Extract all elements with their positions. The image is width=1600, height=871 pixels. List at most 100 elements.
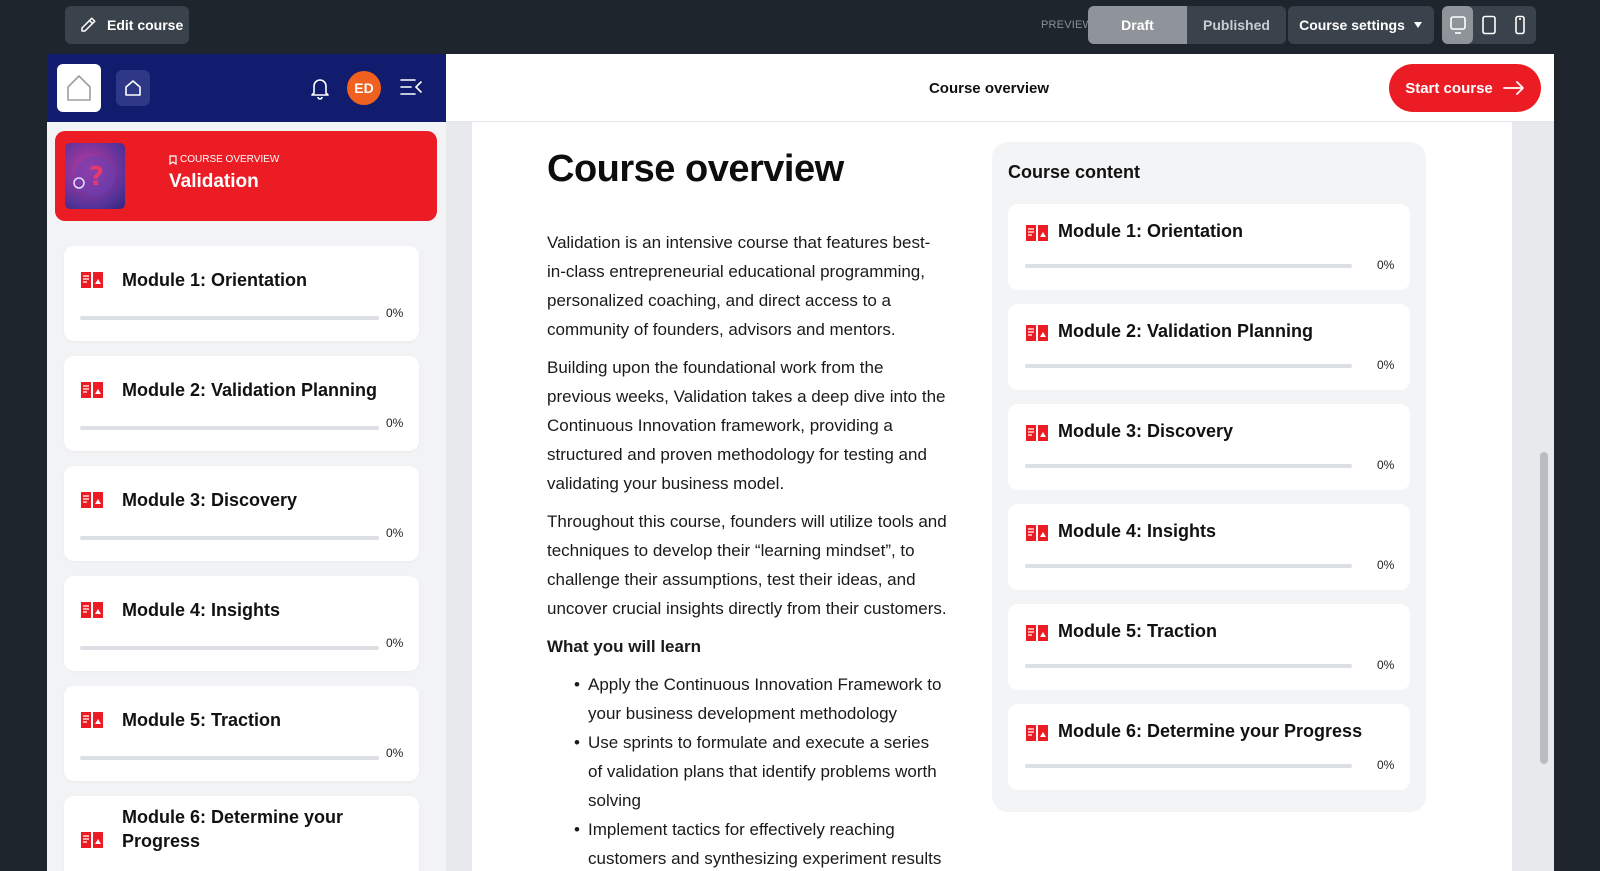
course-content-panel: Course content Module 1: Orientation 0% … — [992, 142, 1426, 812]
module-book-icon — [81, 492, 103, 508]
desktop-preview-button[interactable] — [1442, 6, 1473, 44]
module-book-icon — [81, 272, 103, 288]
page-title: Course overview — [928, 79, 1050, 97]
module-progress-label: 0% — [386, 306, 404, 320]
module-progress-label: 0% — [386, 416, 404, 430]
module-progress-bar — [1025, 364, 1352, 368]
learn-item: Use sprints to formulate and execute a s… — [574, 728, 947, 815]
learn-list: Apply the Continuous Innovation Framewor… — [547, 670, 947, 871]
course-home-button[interactable] — [116, 70, 150, 106]
bookmark-icon — [169, 154, 177, 165]
overview-heading: Course overview — [547, 148, 844, 190]
learn-item: Apply the Continuous Innovation Framewor… — [574, 670, 947, 728]
desktop-icon — [1449, 16, 1466, 34]
module-progress-bar — [80, 756, 379, 760]
module-book-icon — [1026, 625, 1048, 641]
module-progress-label: 0% — [1377, 558, 1395, 572]
content-module-item[interactable]: Module 4: Insights 0% — [1008, 504, 1410, 590]
edit-course-button[interactable]: Edit course — [65, 6, 189, 44]
content-module-item[interactable]: Module 6: Determine your Progress 0% — [1008, 704, 1410, 790]
home-icon — [67, 75, 91, 101]
published-toggle[interactable]: Published — [1187, 6, 1286, 44]
content-module-item[interactable]: Module 5: Traction 0% — [1008, 604, 1410, 690]
tablet-preview-button[interactable] — [1473, 6, 1504, 44]
content-module-item[interactable]: Module 2: Validation Planning 0% — [1008, 304, 1410, 390]
module-progress-label: 0% — [386, 746, 404, 760]
module-progress-label: 0% — [1377, 258, 1395, 272]
draft-toggle[interactable]: Draft — [1088, 6, 1187, 44]
course-overview-content: Course overview Validation is an intensi… — [472, 122, 1512, 871]
editor-toolbar: Edit course PREVIEW Draft Published Cour… — [0, 0, 1600, 54]
module-progress-bar — [80, 426, 379, 430]
preview-label: PREVIEW — [1041, 19, 1094, 31]
notifications-button[interactable] — [309, 76, 331, 105]
course-sidebar: ED ? COURSE OVERVIEW Validation Module 1… — [47, 54, 446, 871]
sidebar-module-item[interactable]: Module 3: Discovery 0% — [64, 466, 419, 561]
module-progress-label: 0% — [1377, 458, 1395, 472]
course-preview-frame: ED ? COURSE OVERVIEW Validation Module 1… — [47, 54, 1554, 871]
start-course-label: Start course — [1405, 79, 1493, 97]
module-progress-bar — [1025, 464, 1352, 468]
module-progress-label: 0% — [386, 636, 404, 650]
module-book-icon — [81, 382, 103, 398]
sidebar-module-item[interactable]: Module 6: Determine your Progress 0% — [64, 796, 419, 871]
collapse-menu-icon — [400, 79, 422, 95]
module-book-icon — [81, 712, 103, 728]
svg-text:?: ? — [89, 162, 104, 192]
description-paragraph: Validation is an intensive course that f… — [547, 233, 931, 339]
module-title: Module 3: Discovery — [122, 490, 298, 510]
module-book-icon — [1026, 425, 1048, 441]
sidebar-header: ED — [47, 54, 446, 122]
collapse-sidebar-button[interactable] — [399, 77, 423, 102]
site-home-button[interactable] — [57, 64, 101, 112]
content-module-item[interactable]: Module 3: Discovery 0% — [1008, 404, 1410, 490]
arrow-right-icon — [1502, 81, 1524, 95]
module-title: Module 5: Traction — [122, 710, 282, 730]
sidebar-module-list: ? COURSE OVERVIEW Validation Module 1: O… — [47, 122, 446, 871]
course-thumbnail: ? — [65, 143, 125, 209]
module-title: Module 1: Orientation — [122, 270, 308, 290]
user-avatar[interactable]: ED — [347, 71, 381, 105]
sidebar-module-item[interactable]: Module 1: Orientation 0% — [64, 246, 419, 341]
module-progress-label: 0% — [1377, 758, 1395, 772]
mobile-icon — [1514, 15, 1525, 35]
overview-eyebrow: COURSE OVERVIEW — [169, 154, 279, 165]
course-settings-button[interactable]: Course settings — [1288, 6, 1434, 44]
home-icon — [125, 80, 141, 96]
sidebar-module-item[interactable]: Module 5: Traction 0% — [64, 686, 419, 781]
main-scrollbar[interactable] — [1540, 452, 1548, 764]
module-progress-bar — [80, 646, 379, 650]
learn-heading: What you will learn — [547, 637, 701, 656]
module-title: Module 6: Determine your Progress — [1058, 721, 1363, 741]
mobile-preview-button[interactable] — [1504, 6, 1535, 44]
module-title: Module 2: Validation Planning — [1058, 321, 1314, 341]
overview-description: Validation is an intensive course that f… — [547, 228, 947, 871]
pencil-icon — [81, 17, 96, 32]
module-book-icon — [81, 832, 103, 848]
device-preview-switcher — [1442, 6, 1536, 44]
course-settings-label: Course settings — [1299, 17, 1405, 33]
module-book-icon — [1026, 325, 1048, 341]
module-title: Module 5: Traction — [1058, 621, 1218, 641]
module-book-icon — [1026, 225, 1048, 241]
module-progress-label: 0% — [1377, 358, 1395, 372]
bell-icon — [311, 79, 329, 100]
course-overview-item[interactable]: ? COURSE OVERVIEW Validation — [55, 131, 437, 221]
sidebar-module-item[interactable]: Module 2: Validation Planning 0% — [64, 356, 419, 451]
content-module-item[interactable]: Module 1: Orientation 0% — [1008, 204, 1410, 290]
module-title: Module 3: Discovery — [1058, 421, 1234, 441]
course-title: Validation — [169, 171, 259, 192]
module-progress-bar — [1025, 664, 1352, 668]
tablet-icon — [1481, 15, 1496, 35]
description-paragraph: Building upon the foundational work from… — [547, 358, 946, 493]
start-course-button[interactable]: Start course — [1389, 64, 1541, 112]
module-progress-bar — [80, 316, 379, 320]
description-paragraph: Throughout this course, founders will ut… — [547, 512, 947, 618]
module-progress-bar — [1025, 564, 1352, 568]
overview-eyebrow-label: COURSE OVERVIEW — [180, 154, 280, 165]
module-title: Module 1: Orientation — [1058, 221, 1244, 241]
sidebar-module-item[interactable]: Module 4: Insights 0% — [64, 576, 419, 671]
module-progress-bar — [80, 536, 379, 540]
module-progress-bar — [1025, 764, 1352, 768]
module-title: Module 6: Determine your Progress — [122, 807, 344, 851]
